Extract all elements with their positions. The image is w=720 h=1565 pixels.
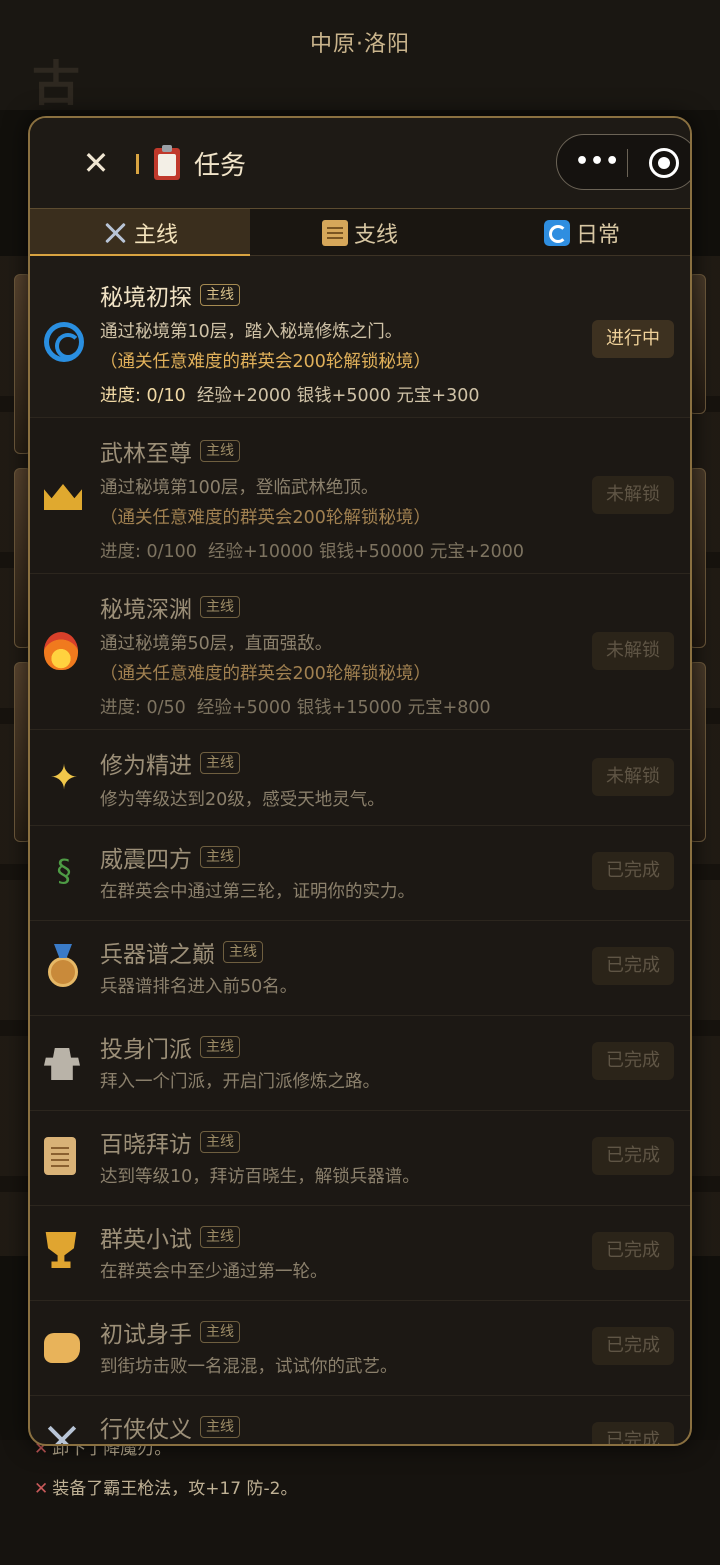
task-progress: 进度: 0/100 经验+10000 银钱+50000 元宝+2000 — [100, 542, 525, 562]
status-badge[interactable]: 已完成 — [592, 1327, 674, 1365]
task-tag: 主线 — [200, 752, 240, 774]
task-item[interactable]: 群英小试 主线 在群英会中至少通过第一轮。 已完成 — [30, 1206, 690, 1301]
task-title: 行侠仗义 — [100, 1417, 192, 1443]
task-note: （通关任意难度的群英会200轮解锁秘境） — [100, 352, 431, 372]
scroll-icon — [321, 220, 348, 246]
task-title: 初试身手 — [100, 1322, 192, 1348]
status-badge[interactable]: 已完成 — [592, 947, 674, 985]
more-icon[interactable]: ••• — [575, 149, 620, 174]
crossed-swords-icon: ✕ — [34, 1479, 49, 1499]
task-tag: 主线 — [200, 440, 240, 462]
task-tag: 主线 — [200, 846, 240, 868]
status-badge[interactable]: 已完成 — [592, 1232, 674, 1270]
sparkles-icon: ✦ — [49, 758, 79, 798]
task-item[interactable]: 武林至尊 主线 通过秘境第100层，登临武林绝顶。 （通关任意难度的群英会200轮… — [30, 418, 690, 574]
task-title: 兵器谱之巅 — [100, 942, 215, 968]
task-desc: 拜入一个门派，开启门派修炼之路。 — [100, 1072, 380, 1092]
task-item[interactable]: ✦ 修为精进 主线 修为等级达到20级，感受天地灵气。 未解锁 — [30, 730, 690, 826]
task-tag: 主线 — [200, 1321, 240, 1343]
task-desc: 通过秘境第100层，登临武林绝顶。 — [100, 478, 379, 498]
task-desc: 兵器谱排名进入前50名。 — [100, 977, 298, 997]
status-badge[interactable]: 进行中 — [592, 320, 674, 358]
task-desc: 在群英会中至少通过第一轮。 — [100, 1262, 328, 1282]
status-badge[interactable]: 已完成 — [592, 852, 674, 890]
task-title: 秘境初探 — [100, 285, 192, 311]
task-tag: 主线 — [200, 1416, 240, 1438]
corner-glyph: 古 — [32, 56, 81, 112]
task-item[interactable]: 秘境初探 主线 通过秘境第10层，踏入秘境修炼之门。 （通关任意难度的群英会200… — [30, 256, 690, 418]
task-desc: 到街坊击败一名混混，试试你的武艺。 — [100, 1357, 398, 1377]
task-desc: 通过秘境第50层，直面强敌。 — [100, 634, 333, 654]
task-item[interactable]: 行侠仗义 主线 已完成 — [30, 1396, 690, 1444]
task-title: 威震四方 — [100, 847, 192, 873]
castle-icon — [44, 1042, 84, 1082]
trophy-icon — [44, 1232, 84, 1272]
task-tag: 主线 — [223, 941, 263, 963]
refresh-icon — [543, 220, 570, 246]
task-title: 修为精进 — [100, 753, 192, 779]
crossed-swords-icon — [44, 1422, 84, 1444]
task-desc: 通过秘境第10层，踏入秘境修炼之门。 — [100, 322, 403, 342]
spiral-icon — [44, 322, 84, 362]
status-badge[interactable]: 已完成 — [592, 1042, 674, 1080]
task-title: 武林至尊 — [100, 441, 192, 467]
battle-log: ✕ 卸下了降魔刃。 ✕ 装备了霸王枪法，攻+17 防-2。 — [0, 1439, 720, 1565]
tab-daily[interactable]: 日常 — [470, 209, 690, 257]
task-panel: ✕ 任务 ••• 主线 支线 日常 秘境初探 主线 通过秘境第10层，踏入秘境修炼… — [28, 116, 692, 1446]
status-badge[interactable]: 已完成 — [592, 1137, 674, 1175]
close-button[interactable]: ✕ — [80, 147, 112, 180]
task-tag: 主线 — [200, 284, 240, 306]
crown-icon — [44, 476, 84, 516]
header-accent — [136, 154, 139, 174]
task-note: （通关任意难度的群英会200轮解锁秘境） — [100, 664, 431, 684]
task-tabs: 主线 支线 日常 — [30, 208, 690, 257]
mini-program-capsule: ••• — [556, 134, 690, 190]
log-line: ✕ 装备了霸王枪法，攻+17 防-2。 — [34, 1479, 298, 1499]
task-tag: 主线 — [200, 1036, 240, 1058]
task-item[interactable]: 百晓拜访 主线 达到等级10，拜访百晓生，解锁兵器谱。 已完成 — [30, 1111, 690, 1206]
status-badge[interactable]: 未解锁 — [592, 476, 674, 514]
fist-icon — [44, 1327, 84, 1367]
task-title: 百晓拜访 — [100, 1132, 192, 1158]
task-item[interactable]: 秘境深渊 主线 通过秘境第50层，直面强敌。 （通关任意难度的群英会200轮解锁秘… — [30, 574, 690, 730]
task-title: 投身门派 — [100, 1037, 192, 1063]
panel-header: ✕ 任务 ••• — [30, 118, 690, 210]
crossed-swords-icon — [102, 220, 128, 246]
dragon-icon: § — [56, 854, 72, 889]
task-tag: 主线 — [200, 1226, 240, 1248]
task-title: 秘境深渊 — [100, 597, 192, 623]
page-title: 任务 — [194, 151, 247, 181]
status-badge[interactable]: 未解锁 — [592, 758, 674, 796]
task-desc: 在群英会中通过第三轮，证明你的实力。 — [100, 882, 415, 902]
tab-side[interactable]: 支线 — [250, 209, 470, 257]
task-desc: 修为等级达到20级，感受天地灵气。 — [100, 790, 385, 810]
task-tag: 主线 — [200, 1131, 240, 1153]
location-title: 中原·洛阳 — [310, 32, 410, 57]
task-item[interactable]: 投身门派 主线 拜入一个门派，开启门派修炼之路。 已完成 — [30, 1016, 690, 1111]
tab-main[interactable]: 主线 — [30, 209, 250, 257]
fire-icon — [44, 632, 84, 672]
exit-target-icon[interactable] — [649, 148, 679, 178]
task-item[interactable]: 初试身手 主线 到街坊击败一名混混，试试你的武艺。 已完成 — [30, 1301, 690, 1396]
task-tag: 主线 — [200, 596, 240, 618]
task-title: 群英小试 — [100, 1227, 192, 1253]
task-progress: 进度: 0/50 经验+5000 银钱+15000 元宝+800 — [100, 698, 491, 718]
scroll-icon — [44, 1137, 84, 1177]
status-badge[interactable]: 已完成 — [592, 1422, 674, 1444]
clipboard-icon — [154, 145, 180, 180]
task-desc: 达到等级10，拜访百晓生，解锁兵器谱。 — [100, 1167, 420, 1187]
task-item[interactable]: 兵器谱之巅 主线 兵器谱排名进入前50名。 已完成 — [30, 921, 690, 1016]
task-progress: 进度: 0/10 经验+2000 银钱+5000 元宝+300 — [100, 386, 480, 406]
medal-icon — [44, 947, 84, 987]
task-item[interactable]: § 威震四方 主线 在群英会中通过第三轮，证明你的实力。 已完成 — [30, 826, 690, 921]
task-note: （通关任意难度的群英会200轮解锁秘境） — [100, 508, 431, 528]
status-badge[interactable]: 未解锁 — [592, 632, 674, 670]
